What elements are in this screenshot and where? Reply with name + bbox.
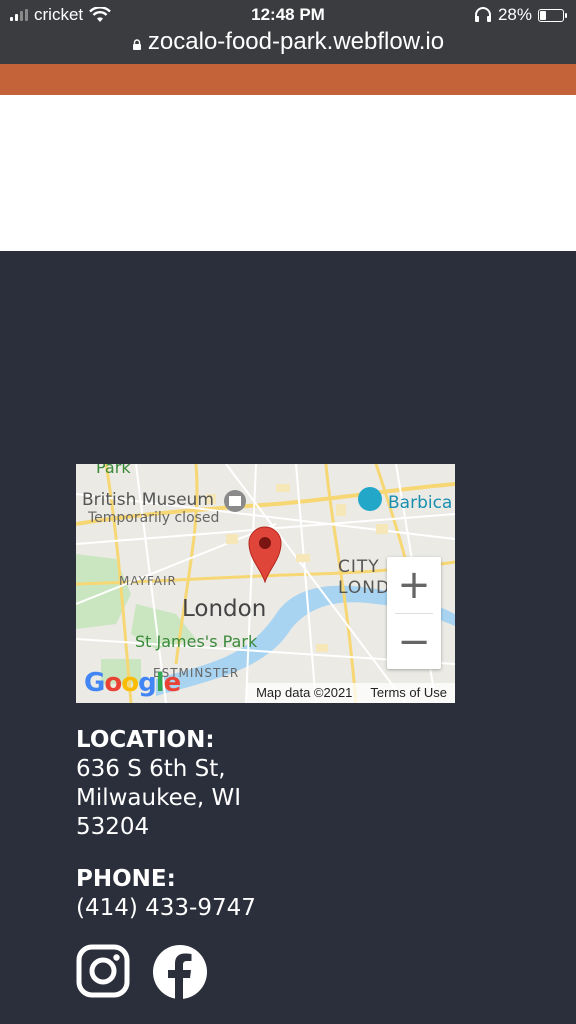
header-accent-band — [0, 64, 576, 95]
address-line-2: Milwaukee, WI — [76, 785, 242, 811]
phone-number[interactable]: (414) 433-9747 — [76, 894, 256, 923]
battery-percent: 28% — [497, 5, 532, 24]
phone-block: PHONE: (414) 433-9747 — [76, 865, 256, 923]
location-block: LOCATION: 636 S 6th St, Milwaukee, WI 53… — [76, 726, 241, 842]
phone-heading: PHONE: — [76, 866, 176, 892]
url-bar[interactable]: zocalo-food-park.webflow.io — [0, 28, 576, 56]
terms-of-use-link[interactable]: Terms of Use — [370, 685, 447, 703]
map-label-mayfair: MAYFAIR — [119, 574, 177, 588]
map-embed[interactable]: Park British Museum Temporarily closed B… — [76, 464, 455, 703]
address-line-3: 53204 — [76, 814, 150, 840]
status-bar: cricket 12:48 PM 28% — [0, 0, 576, 30]
google-logo[interactable]: Google — [84, 668, 181, 698]
location-heading: LOCATION: — [76, 727, 215, 753]
lock-icon — [132, 38, 141, 50]
address-line-1: 636 S 6th St, — [76, 756, 226, 782]
zoom-out-button[interactable]: − — [387, 614, 441, 670]
map-zoom-controls: + − — [387, 557, 441, 669]
map-label-british-museum: British Museum — [82, 490, 214, 510]
headphones-icon — [474, 7, 491, 22]
map-label-city: CITY — [338, 557, 380, 577]
map-attribution: Map data ©2021 Terms of Use — [246, 683, 455, 703]
zoom-in-button[interactable]: + — [387, 557, 441, 613]
map-label-lond: LOND — [338, 578, 391, 598]
map-label-park: Park — [96, 464, 131, 477]
instagram-icon[interactable] — [76, 944, 130, 998]
map-label-st-james-park: St James's Park — [135, 632, 258, 651]
browser-chrome: cricket 12:48 PM 28% zocalo-food-park.we… — [0, 0, 576, 64]
facebook-icon[interactable] — [152, 944, 208, 1000]
map-pin-icon[interactable] — [247, 525, 283, 583]
map-label-london: London — [182, 596, 267, 622]
content-section — [0, 95, 576, 251]
url-text: zocalo-food-park.webflow.io — [147, 28, 445, 55]
map-label-barbican: Barbica — [388, 493, 453, 513]
social-links — [76, 944, 208, 1000]
map-data-credit: Map data ©2021 — [256, 685, 353, 700]
battery-icon — [538, 8, 567, 22]
map-label-temporarily-closed: Temporarily closed — [88, 510, 220, 526]
